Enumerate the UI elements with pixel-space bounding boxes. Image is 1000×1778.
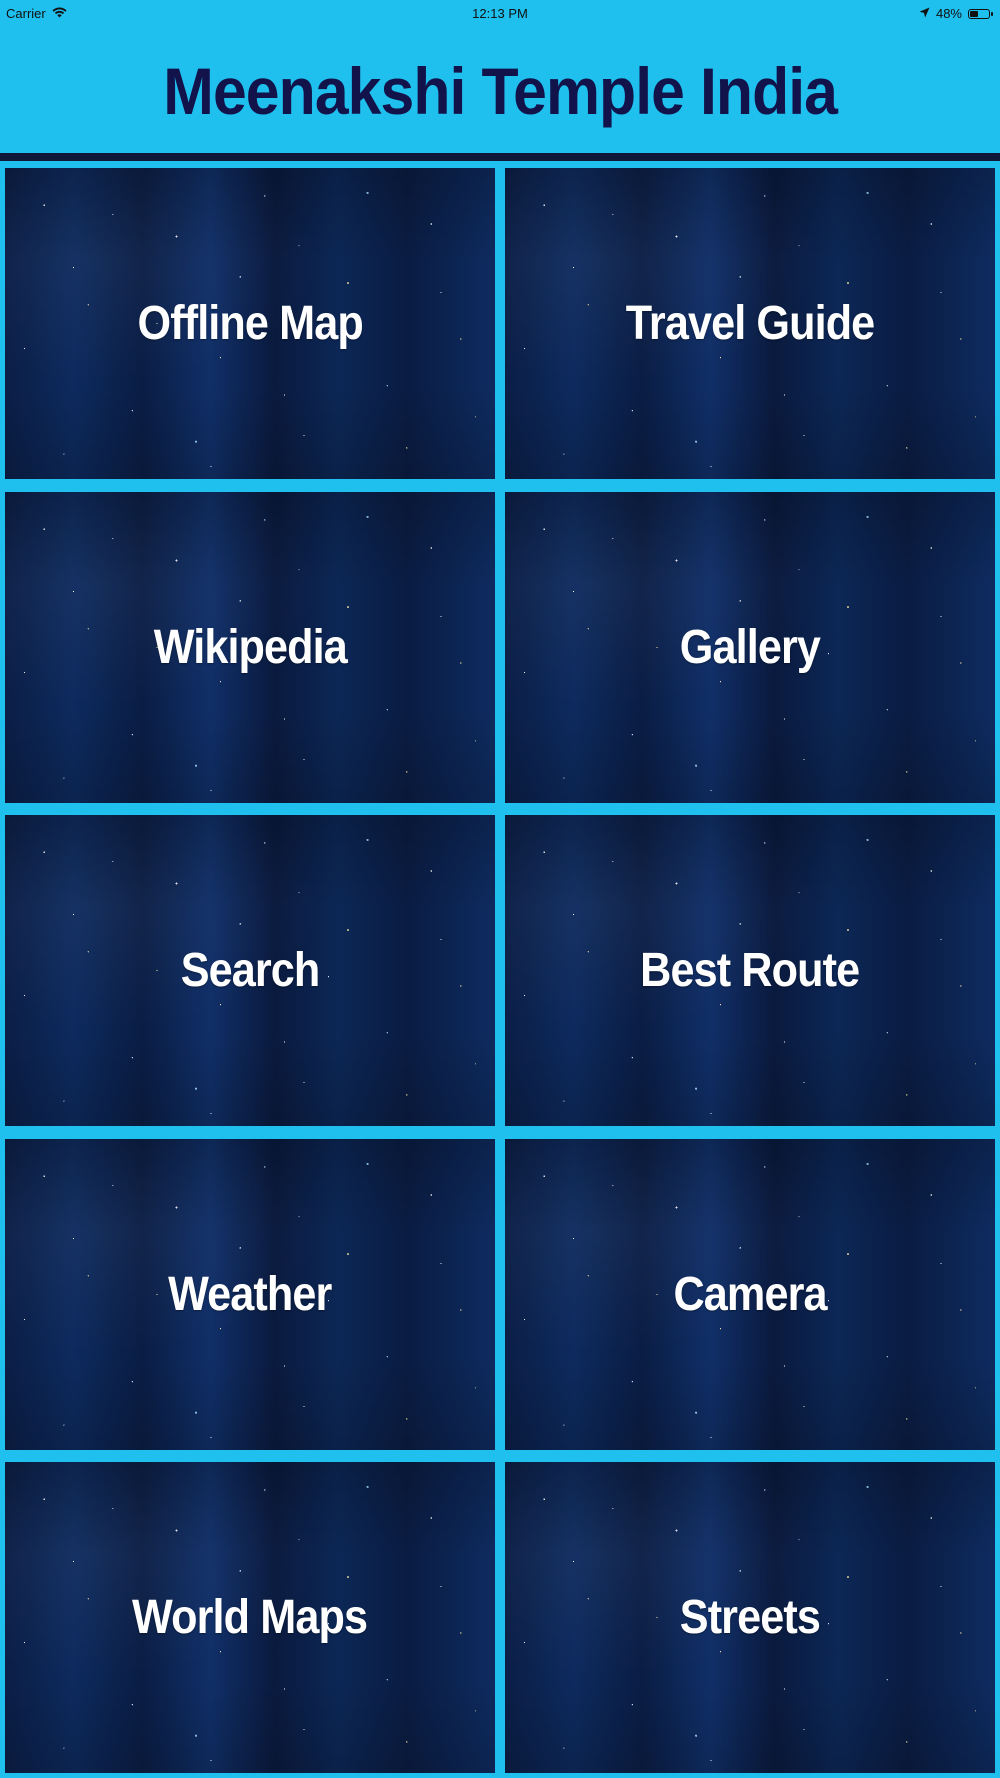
menu-tile-label: Search: [180, 944, 321, 997]
status-right: 48%: [919, 6, 993, 21]
menu-tile-label: Travel Guide: [625, 297, 875, 350]
location-arrow-icon: [919, 6, 930, 21]
status-time: 12:13 PM: [472, 6, 528, 21]
menu-tile-label: Weather: [168, 1267, 332, 1321]
menu-tile-camera[interactable]: Camera: [505, 1138, 995, 1450]
header-divider: [0, 153, 1000, 161]
menu-tile-label: Best Route: [640, 944, 860, 997]
menu-tile-search[interactable]: Search: [5, 815, 495, 1126]
menu-tile-best-route[interactable]: Best Route: [505, 815, 995, 1126]
menu-tile-gallery[interactable]: Gallery: [505, 491, 995, 803]
menu-tile-streets[interactable]: Streets: [505, 1462, 995, 1773]
menu-tile-label: Offline Map: [137, 297, 363, 350]
menu-tile-wikipedia[interactable]: Wikipedia: [5, 491, 495, 803]
menu-tile-label: Gallery: [679, 620, 821, 674]
menu-grid: Offline Map Travel Guide Wikipedia Galle…: [5, 168, 995, 1773]
page-title: Meenakshi Temple India: [163, 53, 838, 128]
battery-icon: [968, 8, 993, 19]
menu-tile-weather[interactable]: Weather: [5, 1138, 495, 1450]
battery-level-fill: [970, 10, 979, 17]
battery-percent: 48%: [935, 6, 962, 21]
menu-tile-offline-map[interactable]: Offline Map: [5, 168, 495, 479]
menu-tile-travel-guide[interactable]: Travel Guide: [505, 168, 995, 479]
app-header: Meenakshi Temple India: [0, 28, 1000, 153]
menu-tile-label: Camera: [673, 1267, 827, 1321]
menu-tile-world-maps[interactable]: World Maps: [5, 1462, 495, 1773]
menu-tile-label: Streets: [679, 1591, 821, 1644]
menu-tile-label: World Maps: [132, 1591, 368, 1644]
status-bar: Carrier 12:13 PM 48%: [0, 0, 1000, 28]
menu-tile-label: Wikipedia: [153, 620, 347, 674]
